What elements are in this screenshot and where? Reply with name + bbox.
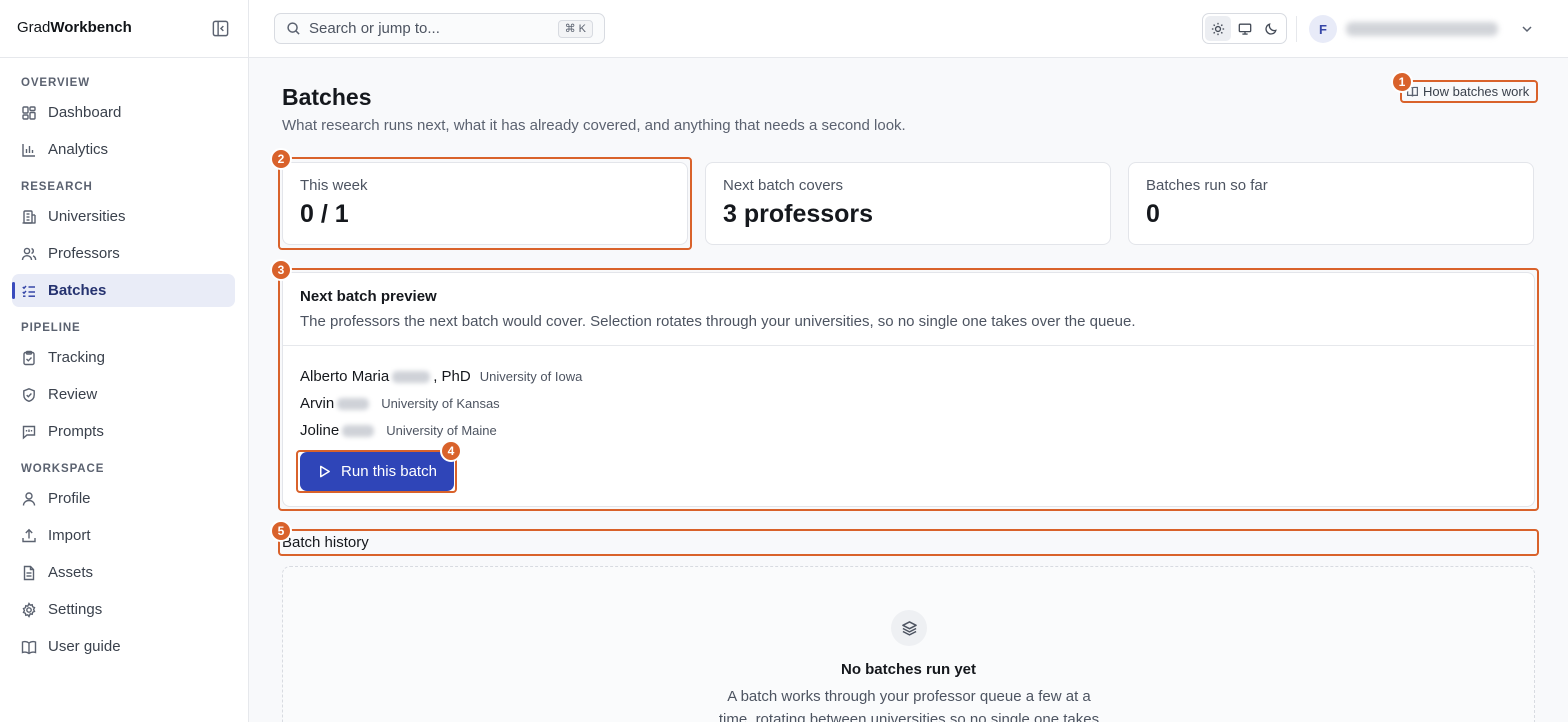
sidebar: GradWorkbench OVERVIEW Dashboard Analyti… xyxy=(0,0,249,722)
nav-section-workspace: WORKSPACE xyxy=(21,463,105,475)
sidebar-item-assets[interactable]: Assets xyxy=(12,556,235,589)
annotation-badge-2: 2 xyxy=(270,148,292,170)
brand-logo[interactable]: GradWorkbench xyxy=(17,19,132,36)
moon-icon xyxy=(1264,22,1278,36)
gear-icon xyxy=(21,601,37,618)
batch-history-empty-state: No batches run yet A batch works through… xyxy=(282,566,1535,722)
chevron-down-icon[interactable] xyxy=(1519,21,1535,37)
sidebar-item-professors[interactable]: Professors xyxy=(12,237,235,270)
sidebar-item-universities[interactable]: Universities xyxy=(12,200,235,233)
sidebar-item-batches[interactable]: Batches xyxy=(12,274,235,307)
file-icon xyxy=(21,565,37,581)
dashboard-icon xyxy=(21,105,37,121)
sidebar-item-label: Analytics xyxy=(48,141,109,158)
redacted-user-name xyxy=(1346,22,1498,36)
empty-state-description: A batch works through your professor que… xyxy=(718,688,1100,722)
page-title: Batches xyxy=(282,84,372,110)
layers-icon xyxy=(891,610,927,646)
stat-value: 0 xyxy=(1146,200,1160,228)
analytics-icon xyxy=(21,142,37,158)
people-icon xyxy=(21,246,37,262)
annotation-box-3 xyxy=(278,268,1539,511)
sidebar-item-label: User guide xyxy=(48,638,121,655)
stat-label: Batches run so far xyxy=(1146,177,1268,194)
sidebar-item-label: Batches xyxy=(48,282,107,299)
search-icon xyxy=(286,21,301,36)
sidebar-item-label: Dashboard xyxy=(48,104,122,121)
sidebar-item-profile[interactable]: Profile xyxy=(12,482,235,515)
sidebar-item-label: Import xyxy=(48,527,91,544)
theme-dark-button[interactable] xyxy=(1258,16,1284,41)
annotation-box-2 xyxy=(278,157,692,250)
stat-card-batches-run: Batches run so far 0 xyxy=(1128,162,1534,245)
sidebar-item-analytics[interactable]: Analytics xyxy=(12,133,235,166)
annotation-badge-5: 5 xyxy=(270,520,292,542)
annotation-badge-4: 4 xyxy=(440,440,462,462)
sidebar-item-import[interactable]: Import xyxy=(12,519,235,552)
upload-icon xyxy=(21,528,37,544)
stat-card-next-batch: Next batch covers 3 professors xyxy=(705,162,1111,245)
sidebar-item-label: Review xyxy=(48,386,98,403)
empty-state-title: No batches run yet xyxy=(840,661,977,678)
checklist-icon xyxy=(21,283,37,299)
nav-section-pipeline: PIPELINE xyxy=(21,322,81,334)
stat-value: 3 professors xyxy=(723,200,874,228)
sidebar-item-label: Prompts xyxy=(48,423,104,440)
annotation-badge-3: 3 xyxy=(270,259,292,281)
shield-icon xyxy=(21,387,37,403)
sidebar-item-label: Settings xyxy=(48,601,103,618)
theme-light-button[interactable] xyxy=(1205,16,1231,41)
sidebar-item-label: Tracking xyxy=(48,349,105,366)
stat-label: Next batch covers xyxy=(723,177,844,194)
sidebar-item-user-guide[interactable]: User guide xyxy=(12,630,235,663)
sidebar-item-label: Profile xyxy=(48,490,91,507)
search-placeholder: Search or jump to... xyxy=(309,20,440,37)
sidebar-item-label: Professors xyxy=(48,245,120,262)
annotation-box-5 xyxy=(278,529,1539,556)
theme-switcher xyxy=(1202,13,1287,44)
sidebar-item-tracking[interactable]: Tracking xyxy=(12,341,235,374)
sidebar-divider xyxy=(0,57,249,58)
nav-section-research: RESEARCH xyxy=(21,181,93,193)
sidebar-item-review[interactable]: Review xyxy=(12,378,235,411)
topbar-divider xyxy=(1296,16,1297,42)
sidebar-item-label: Assets xyxy=(48,564,94,581)
nav-section-overview: OVERVIEW xyxy=(21,77,90,89)
sidebar-item-dashboard[interactable]: Dashboard xyxy=(12,96,235,129)
sidebar-item-label: Universities xyxy=(48,208,126,225)
search-input[interactable]: Search or jump to... ⌘ K xyxy=(274,13,605,44)
book-icon xyxy=(21,639,37,655)
clipboard-icon xyxy=(21,350,37,366)
theme-system-button[interactable] xyxy=(1232,16,1258,41)
annotation-badge-1: 1 xyxy=(1391,71,1413,93)
message-icon xyxy=(21,424,37,440)
monitor-icon xyxy=(1238,22,1252,36)
sidebar-nav: OVERVIEW Dashboard Analytics RESEARCH Un… xyxy=(12,72,235,663)
sidebar-item-settings[interactable]: Settings xyxy=(12,593,235,626)
avatar[interactable]: F xyxy=(1309,15,1337,43)
collapse-sidebar-icon[interactable] xyxy=(211,19,230,38)
search-shortcut-badge: ⌘ K xyxy=(557,20,593,38)
annotation-box-4 xyxy=(296,450,457,493)
sun-icon xyxy=(1211,22,1225,36)
topbar: Search or jump to... ⌘ K F xyxy=(249,0,1568,58)
annotation-box-1 xyxy=(1400,80,1538,103)
sidebar-item-prompts[interactable]: Prompts xyxy=(12,415,235,448)
user-icon xyxy=(21,491,37,507)
university-icon xyxy=(21,209,37,225)
page-subtitle: What research runs next, what it has alr… xyxy=(282,117,906,134)
